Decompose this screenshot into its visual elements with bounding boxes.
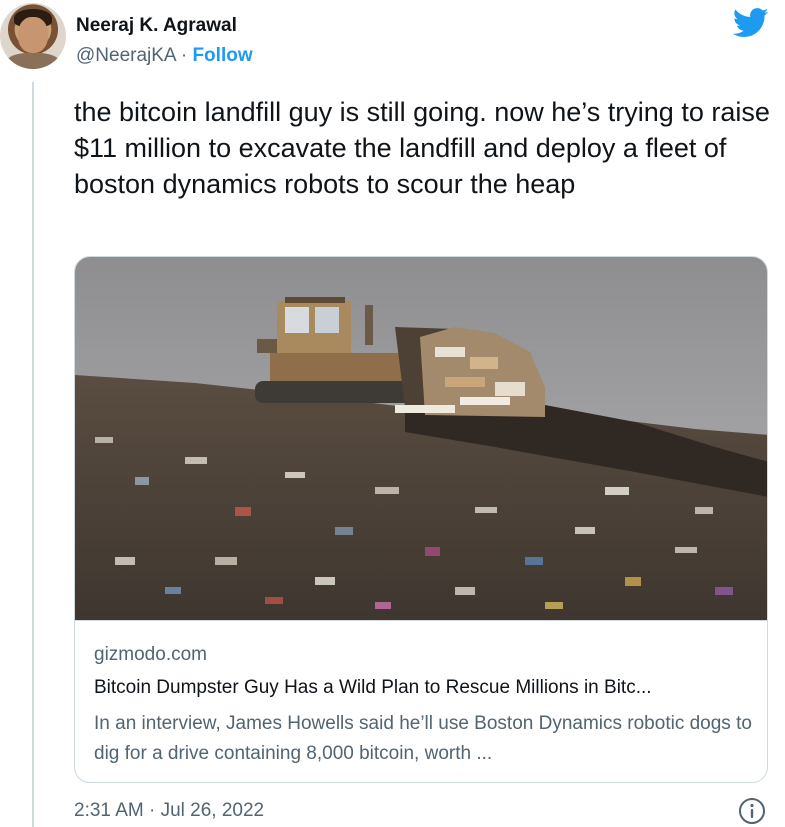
tweet-timestamp[interactable]: 2:31 AM · Jul 26, 2022 [74,800,264,822]
avatar-face [18,17,48,53]
card-domain: gizmodo.com [94,644,207,665]
handle-separator: · [180,45,188,66]
follow-button[interactable]: Follow [192,45,252,66]
author-name[interactable]: Neeraj K. Agrawal [76,15,237,37]
tweet-text: the bitcoin landfill guy is still going.… [74,97,770,199]
author-handle-row: @NeerajKA · Follow [76,45,253,67]
info-icon[interactable] [738,797,766,825]
avatar[interactable] [0,3,66,69]
twitter-bird-icon[interactable] [733,8,769,38]
avatar-shirt [6,53,60,69]
card-divider [75,620,767,621]
card-image [75,257,767,620]
card-title[interactable]: Bitcoin Dumpster Guy Has a Wild Plan to … [94,677,754,699]
card-description: In an interview, James Howells said he’l… [94,713,752,764]
author-handle[interactable]: @NeerajKA [76,45,176,66]
thread-line [32,82,34,827]
link-card[interactable]: gizmodo.com Bitcoin Dumpster Guy Has a W… [74,256,768,783]
